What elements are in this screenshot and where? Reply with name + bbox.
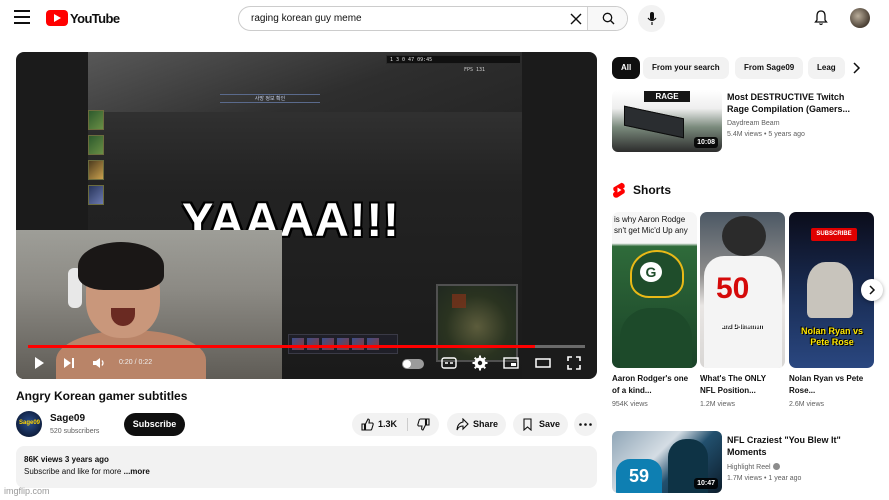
save-icon [523,418,532,431]
chevron-right-icon [869,285,876,295]
chip-all[interactable]: All [612,57,641,79]
short-card-2[interactable]: 50 and D-linemen [700,212,785,368]
like-button[interactable]: 1.3K [352,413,407,436]
shorts-next-button[interactable] [861,279,883,301]
short-card-1[interactable]: is why Aaron Rodge sn't get Mic'd Up any [612,212,697,368]
subscriber-count: 520 subscribers [50,428,100,435]
search-button[interactable] [587,7,627,30]
show-more-link[interactable]: ...more [124,467,150,476]
description-body: Subscribe and like for more [24,467,122,476]
short-views-2: 1.2M views [700,401,736,408]
theater-icon[interactable] [534,354,552,372]
short-title-2[interactable]: What's The ONLY NFL Position... [700,373,782,397]
chip-league[interactable]: Leag [808,57,845,79]
fullscreen-icon[interactable] [565,354,583,372]
jersey-number: 59 [616,459,662,493]
save-button[interactable]: Save [513,413,568,436]
short-title-3[interactable]: Nolan Ryan vs Pete Rose... [789,373,871,397]
recommended-meta-1: 5.4M views • 5 years ago [727,131,805,138]
imgflip-watermark: imgflip.com [4,486,50,496]
description-box[interactable]: 86K views 3 years ago Subscribe and like… [16,446,597,488]
champion-portraits [88,110,106,220]
game-fps: FPS 131 [464,67,486,73]
progress-bar[interactable] [28,345,585,348]
chevron-right-icon[interactable] [849,61,863,75]
channel-label: Highlight Reel [727,464,771,471]
channel-avatar-text: Sage09 [19,420,41,426]
progress-fill [28,345,535,348]
recommended-title-2[interactable]: NFL Craziest "You Blew It" Moments [727,434,867,458]
short-views-1: 954K views [612,401,648,408]
search-icon [602,12,615,25]
short-overlay-text: and D-linemen [721,324,763,330]
description-text: Subscribe and like for more ...more [24,467,589,476]
thumbnail-label: RAGE [644,91,690,102]
more-icon [579,423,592,426]
recommended-meta-2: 1.7M views • 1 year ago [727,475,802,482]
save-label: Save [539,419,561,429]
like-count: 1.3K [378,419,398,429]
bell-icon[interactable] [812,9,830,27]
short-overlay-text: is why Aaron Rodge sn't get Mic'd Up any [614,215,688,235]
voice-search-button[interactable] [638,5,665,32]
next-icon[interactable] [60,354,78,372]
autoplay-toggle[interactable] [402,359,424,369]
view-count-date: 86K views 3 years ago [24,455,109,464]
player-controls: 0:20 / 0:22 [16,350,597,379]
play-icon[interactable] [30,354,48,372]
video-title: Angry Korean gamer subtitles [16,389,188,403]
search-input[interactable] [239,7,589,30]
volume-icon[interactable] [90,354,108,372]
duration-badge: 10:47 [694,478,718,489]
miniplayer-icon[interactable] [502,354,520,372]
settings-icon[interactable] [471,354,489,372]
recommended-thumbnail-2[interactable]: 59 10:47 [612,431,722,493]
recommended-thumbnail-1[interactable]: RAGE 10:08 [612,90,722,152]
chip-from-sage09[interactable]: From Sage09 [735,57,804,79]
youtube-logo[interactable]: YouTube [46,10,120,26]
thumbs-down-icon [417,418,430,431]
recommended-channel-1[interactable]: Daydream Beam [727,120,780,127]
masthead: YouTube [0,0,889,36]
short-views-3: 2.6M views [789,401,825,408]
game-banner: 사망 정보 확인 [220,94,320,103]
youtube-logo-icon [46,10,68,26]
clear-icon[interactable] [569,12,583,26]
chip-from-your-search[interactable]: From your search [643,57,729,79]
captions-icon[interactable] [440,354,458,372]
channel-avatar[interactable]: Sage09 [16,411,42,437]
search-box [238,6,628,31]
dislike-button[interactable] [408,413,439,436]
short-overlay-text: Nolan Ryan vs Pete Rose [800,326,864,347]
share-button[interactable]: Share [447,413,506,436]
logo-text: YouTube [70,10,120,26]
verified-icon [772,463,780,470]
subscribe-button[interactable]: Subscribe [124,413,185,436]
menu-icon[interactable] [14,10,30,24]
thumbs-up-icon [361,418,374,431]
duration-badge: 10:08 [694,137,718,148]
more-actions-button[interactable] [574,413,597,436]
mic-icon [647,12,657,25]
shorts-icon [613,182,625,198]
share-icon [456,418,469,431]
recommended-title-1[interactable]: Most DESTRUCTIVE Twitch Rage Compilation… [727,91,867,115]
channel-name[interactable]: Sage09 [50,413,85,424]
like-dislike-group: 1.3K [352,413,439,436]
short-title-1[interactable]: Aaron Rodger's one of a kind... [612,373,694,397]
shorts-heading: Shorts [633,183,672,197]
game-hud-stats: 1 3 0 47 09:45 [386,55,521,64]
subscribe-sticker: SUBSCRIBE [811,228,857,241]
time-label: 0:20 / 0:22 [119,359,153,366]
account-avatar[interactable] [850,8,870,28]
video-player[interactable]: 1 3 0 47 09:45 FPS 131 사망 정보 확인 YAAAA!!!… [16,52,597,379]
share-label: Share [473,419,499,429]
recommended-channel-2[interactable]: Highlight Reel [727,463,780,471]
filter-chips: All From your search From Sage09 Leag [612,57,877,79]
keyboard-image [624,105,684,139]
jersey-number: 50 [716,272,750,305]
